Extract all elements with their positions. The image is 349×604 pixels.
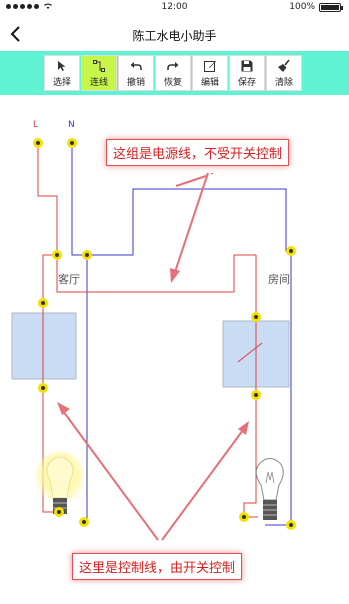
annotation-arrows [57, 172, 249, 541]
status-bar: 12:00 100% [0, 0, 349, 16]
save-icon [241, 60, 253, 71]
tool-clear-button[interactable]: 清除 [266, 55, 302, 91]
undo-icon [130, 61, 142, 70]
node[interactable] [286, 520, 296, 530]
tool-label: 清除 [274, 77, 293, 88]
callout-control-line: 这里是控制线，由开关控制 [72, 553, 243, 580]
battery-percent: 100% [289, 2, 315, 12]
edit-icon [204, 60, 216, 72]
nav-bar: 陈工水电小助手 [0, 18, 349, 50]
wiring-canvas[interactable]: L N 客厅 房间 这组是电源线，不受开关控制 这里是控制线，由开关控制 [0, 96, 349, 600]
node[interactable] [67, 138, 77, 148]
tool-label: 撤销 [126, 77, 145, 88]
live-wire-label: L [33, 120, 39, 130]
node[interactable] [82, 250, 92, 260]
tool-save-button[interactable]: 保存 [229, 55, 265, 91]
tool-redo-button[interactable]: 恢复 [155, 55, 191, 91]
room-label-bedroom: 房间 [268, 273, 290, 286]
tool-undo-button[interactable]: 撤销 [118, 55, 154, 91]
node[interactable] [38, 383, 48, 393]
tool-label: 编辑 [200, 77, 219, 88]
battery-icon [319, 2, 343, 12]
node[interactable] [38, 298, 48, 308]
page-title: 陈工水电小助手 [132, 29, 217, 43]
tool-select-button[interactable]: 选择 [44, 55, 80, 91]
wiring-diagram [11, 138, 296, 541]
cursor-icon [58, 60, 66, 71]
neutral-wire-label: N [68, 120, 75, 130]
node[interactable] [52, 250, 62, 260]
redo-icon [167, 61, 179, 70]
callout-power-line: 这组是电源线，不受开关控制 [106, 139, 290, 166]
toolbar: 选择 连线 撤销 恢复 编辑 保存 清除 [0, 51, 349, 95]
connect-icon [93, 59, 105, 72]
node[interactable] [33, 138, 43, 148]
bulb-on-icon[interactable] [46, 456, 74, 514]
node[interactable] [239, 512, 249, 522]
tool-connect-button[interactable]: 连线 [81, 55, 117, 91]
node[interactable] [251, 312, 261, 322]
tool-label: 恢复 [163, 77, 182, 88]
tool-edit-button[interactable]: 编辑 [192, 55, 228, 91]
node[interactable] [54, 507, 64, 517]
node[interactable] [79, 517, 89, 527]
node[interactable] [251, 390, 261, 400]
bulb-off-icon[interactable] [255, 458, 284, 521]
tool-label: 保存 [237, 77, 256, 88]
tool-label: 选择 [52, 77, 71, 88]
node[interactable] [286, 246, 296, 256]
tool-label: 连线 [89, 77, 108, 88]
room-label-living-room: 客厅 [58, 273, 80, 286]
switch-box-living-room[interactable] [11, 312, 77, 380]
broom-icon [278, 59, 290, 72]
